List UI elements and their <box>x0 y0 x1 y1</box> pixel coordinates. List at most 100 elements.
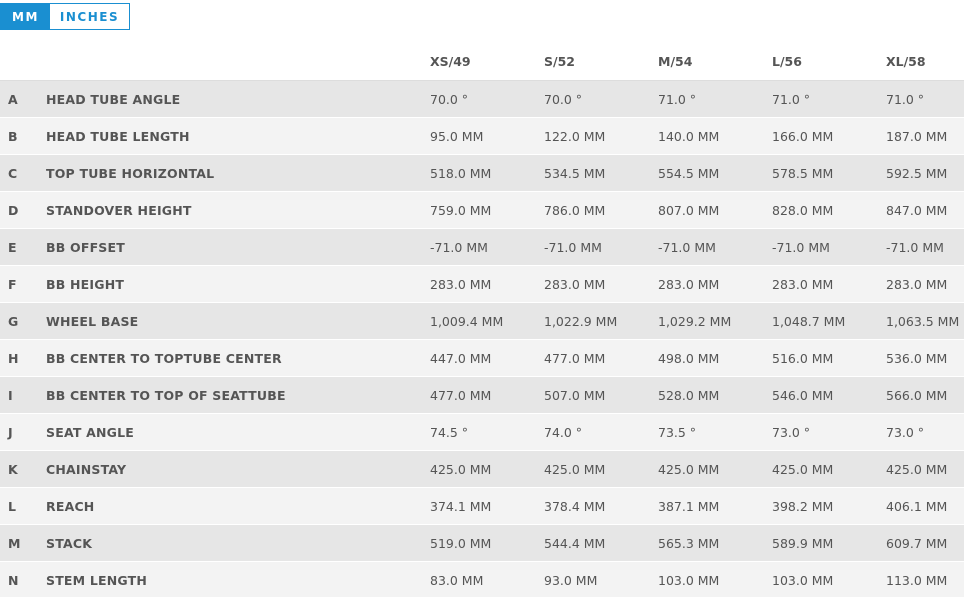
row-value: 83.0 MM <box>430 572 484 588</box>
row-value: 554.5 MM <box>658 165 720 181</box>
row-letter: D <box>8 202 19 218</box>
row-measurement-name: STEM LENGTH <box>46 572 148 588</box>
row-value: -71.0 MM <box>544 239 602 255</box>
row-measurement-name: BB CENTER TO TOP OF SEATTUBE <box>46 387 286 403</box>
row-value: 1,063.5 MM <box>886 313 960 329</box>
row-value: 283.0 MM <box>886 276 948 292</box>
row-value: 477.0 MM <box>544 350 606 366</box>
row-value: 406.1 MM <box>886 498 948 514</box>
table-row: H BB CENTER TO TOPTUBE CENTER 447.0 MM 477.… <box>0 340 964 377</box>
row-value: 1,009.4 MM <box>430 313 504 329</box>
table-row: L REACH 374.1 MM 378.4 MM 387.1 MM 398.2 MM 40… <box>0 488 964 525</box>
row-value: 70.0 ° <box>544 91 583 107</box>
row-value: 807.0 MM <box>658 202 720 218</box>
row-measurement-name: CHAINSTAY <box>46 461 127 477</box>
row-value: 166.0 MM <box>772 128 834 144</box>
row-measurement-name: WHEEL BASE <box>46 313 139 329</box>
row-value: -71.0 MM <box>658 239 716 255</box>
row-value: 1,022.9 MM <box>544 313 618 329</box>
mm-unit-button[interactable]: MM <box>1 4 50 29</box>
table-header: XS/49 S/52 M/54 L/56 XL/58 <box>0 42 964 81</box>
row-value: 425.0 MM <box>430 461 492 477</box>
row-value: 1,029.2 MM <box>658 313 732 329</box>
row-value: 516.0 MM <box>772 350 834 366</box>
table-row: B HEAD TUBE LENGTH 95.0 MM 122.0 MM 140.0 MM… <box>0 118 964 155</box>
row-value: -71.0 MM <box>430 239 488 255</box>
row-value: 759.0 MM <box>430 202 492 218</box>
geometry-table: XS/49 S/52 M/54 L/56 XL/58 A HEAD TUBE AN… <box>0 42 964 597</box>
table-row: J SEAT ANGLE 74.5 ° 74.0 ° 73.5 ° 73.0 ° 73.0 … <box>0 414 964 451</box>
geometry-page: MM INCHES XS/49 S/52 M/54 L/56 XL/58 A HE… <box>0 0 964 597</box>
row-value: 74.0 ° <box>544 424 583 440</box>
row-value: 609.7 MM <box>886 535 948 551</box>
row-value: 847.0 MM <box>886 202 948 218</box>
row-value: 95.0 MM <box>430 128 484 144</box>
row-value: 283.0 MM <box>658 276 720 292</box>
row-letter: G <box>8 313 19 329</box>
row-letter: B <box>8 128 18 144</box>
size-header-m: M/54 <box>658 53 693 69</box>
row-value: 592.5 MM <box>886 165 948 181</box>
size-header-l: L/56 <box>772 53 802 69</box>
row-value: 589.9 MM <box>772 535 834 551</box>
row-value: 374.1 MM <box>430 498 492 514</box>
row-value: 447.0 MM <box>430 350 492 366</box>
table-row: K CHAINSTAY 425.0 MM 425.0 MM 425.0 MM 425.0 … <box>0 451 964 488</box>
row-letter: L <box>8 498 16 514</box>
row-letter: F <box>8 276 17 292</box>
row-value: 1,048.7 MM <box>772 313 846 329</box>
row-letter: K <box>8 461 18 477</box>
row-value: 74.5 ° <box>430 424 469 440</box>
row-value: 828.0 MM <box>772 202 834 218</box>
table-body: A HEAD TUBE ANGLE 70.0 ° 70.0 ° 71.0 ° 71.0 °… <box>0 81 964 597</box>
inches-unit-button[interactable]: INCHES <box>50 4 129 29</box>
row-measurement-name: BB CENTER TO TOPTUBE CENTER <box>46 350 282 366</box>
row-value: 498.0 MM <box>658 350 720 366</box>
row-measurement-name: REACH <box>46 498 95 514</box>
row-letter: N <box>8 572 19 588</box>
row-value: 546.0 MM <box>772 387 834 403</box>
table-row: M STACK 519.0 MM 544.4 MM 565.3 MM 589.9 MM 60… <box>0 525 964 562</box>
row-measurement-name: TOP TUBE HORIZONTAL <box>46 165 215 181</box>
row-value: 71.0 ° <box>658 91 697 107</box>
table-row: G WHEEL BASE 1,009.4 MM 1,022.9 MM 1,029.2 M… <box>0 303 964 340</box>
table-row: D STANDOVER HEIGHT 759.0 MM 786.0 MM 807.0 M… <box>0 192 964 229</box>
size-header-xs: XS/49 <box>430 53 471 69</box>
row-value: 536.0 MM <box>886 350 948 366</box>
row-value: 544.4 MM <box>544 535 606 551</box>
row-value: 387.1 MM <box>658 498 720 514</box>
row-measurement-name: HEAD TUBE LENGTH <box>46 128 190 144</box>
row-value: 113.0 MM <box>886 572 948 588</box>
row-value: 507.0 MM <box>544 387 606 403</box>
row-value: 73.5 ° <box>658 424 697 440</box>
row-measurement-name: BB OFFSET <box>46 239 125 255</box>
row-measurement-name: STANDOVER HEIGHT <box>46 202 192 218</box>
table-row: F BB HEIGHT 283.0 MM 283.0 MM 283.0 MM 283.0 … <box>0 266 964 303</box>
row-letter: M <box>8 535 21 551</box>
unit-toggle: MM INCHES <box>0 3 130 30</box>
row-value: 71.0 ° <box>772 91 811 107</box>
row-value: 786.0 MM <box>544 202 606 218</box>
row-value: 519.0 MM <box>430 535 492 551</box>
row-value: 528.0 MM <box>658 387 720 403</box>
row-value: -71.0 MM <box>886 239 944 255</box>
row-value: 425.0 MM <box>658 461 720 477</box>
row-value: 425.0 MM <box>544 461 606 477</box>
row-value: 518.0 MM <box>430 165 492 181</box>
row-measurement-name: HEAD TUBE ANGLE <box>46 91 181 107</box>
row-value: 283.0 MM <box>544 276 606 292</box>
row-letter: E <box>8 239 17 255</box>
row-letter: C <box>8 165 18 181</box>
row-value: 70.0 ° <box>430 91 469 107</box>
row-value: -71.0 MM <box>772 239 830 255</box>
table-row: C TOP TUBE HORIZONTAL 518.0 MM 534.5 MM 554.… <box>0 155 964 192</box>
table-row: A HEAD TUBE ANGLE 70.0 ° 70.0 ° 71.0 ° 71.0 °… <box>0 81 964 118</box>
row-value: 103.0 MM <box>772 572 834 588</box>
row-letter: A <box>8 91 18 107</box>
size-header-s: S/52 <box>544 53 575 69</box>
row-letter: I <box>8 387 13 403</box>
row-value: 477.0 MM <box>430 387 492 403</box>
row-value: 566.0 MM <box>886 387 948 403</box>
row-value: 578.5 MM <box>772 165 834 181</box>
row-value: 534.5 MM <box>544 165 606 181</box>
